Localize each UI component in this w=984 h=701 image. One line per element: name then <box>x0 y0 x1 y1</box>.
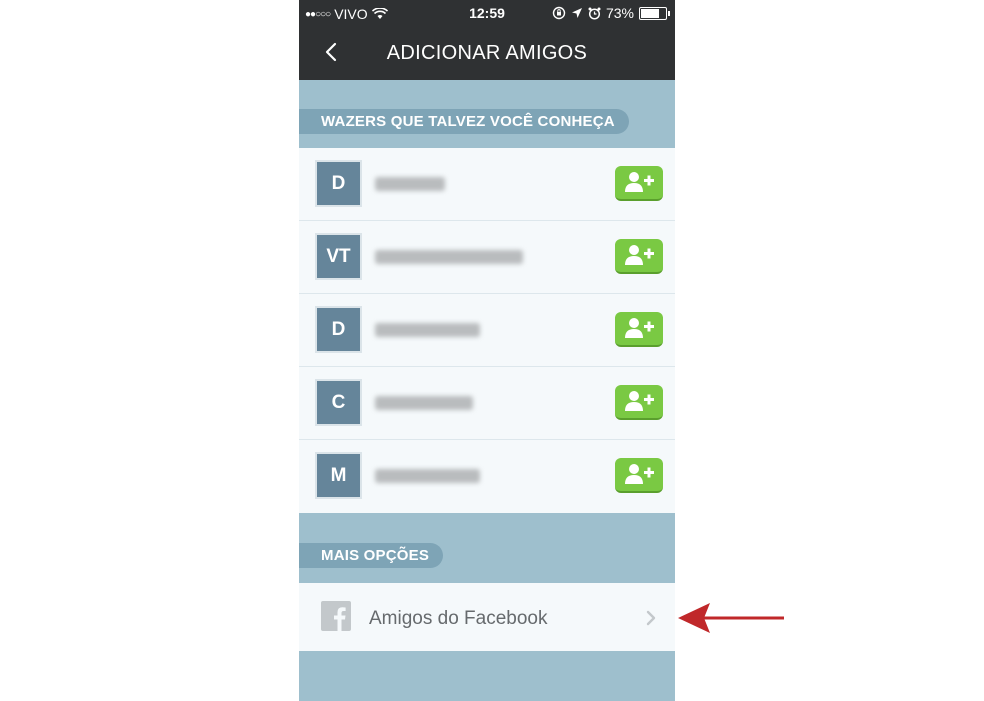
add-user-icon <box>625 245 654 265</box>
suggestions-list: D VT D C M <box>299 148 675 513</box>
suggestions-section-header: WAZERS QUE TALVEZ VOCÊ CONHEÇA <box>299 80 675 148</box>
blurred-name <box>375 469 480 483</box>
avatar: D <box>317 308 360 351</box>
more-options-section-title: MAIS OPÇÕES <box>299 543 444 568</box>
blurred-name <box>375 396 473 410</box>
avatar: D <box>317 162 360 205</box>
battery-icon <box>639 6 670 20</box>
status-bar: ●●○○○ VIVO 12:59 73% <box>299 0 675 28</box>
avatar: M <box>317 454 360 497</box>
blurred-name <box>375 323 480 337</box>
list-item: C <box>299 367 675 440</box>
avatar: C <box>317 381 360 424</box>
avatar: VT <box>317 235 360 278</box>
add-user-icon <box>625 172 654 192</box>
suggestions-section-title: WAZERS QUE TALVEZ VOCÊ CONHEÇA <box>299 109 629 134</box>
list-item: M <box>299 440 675 513</box>
alarm-icon <box>588 7 601 20</box>
list-item: D <box>299 148 675 221</box>
add-user-icon <box>625 464 654 484</box>
add-friend-button[interactable] <box>615 239 663 274</box>
add-friend-button[interactable] <box>615 312 663 347</box>
facebook-friends-item[interactable]: Amigos do Facebook <box>299 583 675 651</box>
blurred-name <box>375 250 523 264</box>
battery-percent: 73% <box>605 5 634 21</box>
add-user-icon <box>625 318 654 338</box>
page-title: ADICIONAR AMIGOS <box>386 42 588 64</box>
add-friend-button[interactable] <box>615 458 663 493</box>
nav-bar: ADICIONAR AMIGOS <box>299 28 675 80</box>
rotation-lock-icon <box>552 6 566 20</box>
annotation-arrow-icon <box>678 603 784 633</box>
facebook-icon <box>321 601 351 631</box>
chevron-right-icon <box>646 610 656 626</box>
status-right: 73% <box>552 5 670 21</box>
facebook-friends-label: Amigos do Facebook <box>369 608 548 629</box>
add-friend-button[interactable] <box>615 166 663 201</box>
battery-fill <box>641 8 659 18</box>
add-user-icon <box>625 391 654 411</box>
blurred-name <box>375 177 445 191</box>
more-options-section-header: MAIS OPÇÕES <box>299 514 675 582</box>
list-item: D <box>299 294 675 367</box>
phone-screen: ●●○○○ VIVO 12:59 73% ADICIONAR AMIGOS WA… <box>299 0 675 701</box>
location-icon <box>571 8 582 18</box>
add-friend-button[interactable] <box>615 385 663 420</box>
list-item: VT <box>299 221 675 294</box>
